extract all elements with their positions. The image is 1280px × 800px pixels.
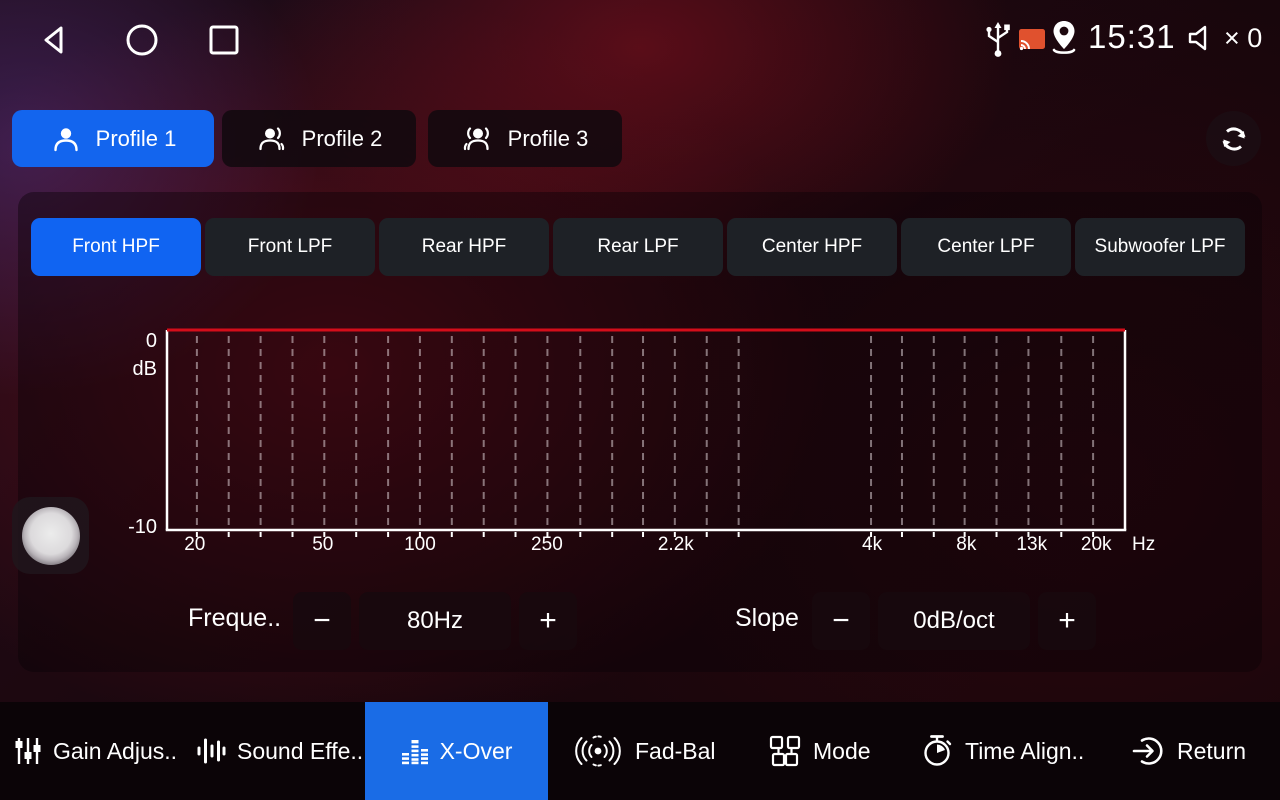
tab-label: Center HPF xyxy=(762,236,862,258)
person-icon xyxy=(50,123,82,155)
profile-1-label: Profile 1 xyxy=(96,126,177,152)
volume-level: × 0 xyxy=(1224,23,1262,54)
mode-icon xyxy=(768,735,802,767)
refresh-icon xyxy=(1218,123,1250,155)
nav-sound-effect[interactable]: Sound Effe.. xyxy=(196,702,363,800)
tab-rear-hpf[interactable]: Rear HPF xyxy=(379,218,549,276)
slope-value: 0dB/oct xyxy=(878,592,1030,650)
tab-center-lpf[interactable]: Center LPF xyxy=(901,218,1071,276)
recents-icon xyxy=(207,23,241,57)
tab-label: Center LPF xyxy=(937,236,1034,258)
nav-time-align[interactable]: Time Align.. xyxy=(922,702,1084,800)
person-icon xyxy=(256,123,288,155)
x-axis-tick-labels: 20 50 100 250 2.2k 4k 8k 13k 20k xyxy=(165,534,1127,558)
sound-effect-icon xyxy=(196,736,226,766)
tab-front-hpf[interactable]: Front HPF xyxy=(31,218,201,276)
x-tick-label: 13k xyxy=(1016,534,1047,556)
home-button[interactable] xyxy=(122,20,162,60)
home-icon xyxy=(124,22,160,58)
plus-icon: + xyxy=(539,604,557,638)
x-axis-unit-label: Hz xyxy=(1132,534,1155,556)
x-tick-label: 100 xyxy=(404,534,436,556)
frequency-minus-button[interactable]: − xyxy=(293,592,351,650)
nav-label: Mode xyxy=(813,738,871,765)
plus-icon: + xyxy=(1058,604,1076,638)
time-align-icon xyxy=(922,734,954,768)
fad-bal-icon xyxy=(572,734,624,768)
bottom-nav-bar: Gain Adjus.. Sound Effe.. X-Over xyxy=(0,702,1280,800)
x-tick-label: 4k xyxy=(862,534,882,556)
y-axis-max-label: 0 xyxy=(97,330,157,353)
volume-muted-icon xyxy=(1186,22,1220,54)
frequency-response-chart xyxy=(165,328,1127,540)
tab-label: Front HPF xyxy=(72,236,160,258)
nav-label: Sound Effe.. xyxy=(237,738,363,765)
slope-plus-button[interactable]: + xyxy=(1038,592,1096,650)
frequency-plus-button[interactable]: + xyxy=(519,592,577,650)
y-axis-min-label: -10 xyxy=(97,516,157,539)
frequency-value: 80Hz xyxy=(359,592,511,650)
tab-label: Front LPF xyxy=(248,236,332,258)
tab-label: Rear LPF xyxy=(597,236,678,258)
x-tick-label: 50 xyxy=(312,534,333,556)
profile-1-button[interactable]: Profile 1 xyxy=(12,110,214,167)
nav-return[interactable]: Return xyxy=(1132,702,1246,800)
slope-value-text: 0dB/oct xyxy=(913,607,994,635)
return-icon xyxy=(1132,735,1166,767)
usb-icon xyxy=(982,20,1014,60)
tab-center-hpf[interactable]: Center HPF xyxy=(727,218,897,276)
person-icon xyxy=(462,123,494,155)
nav-x-over[interactable]: X-Over xyxy=(365,702,548,800)
x-over-icon xyxy=(401,736,429,766)
nav-gain-adjust[interactable]: Gain Adjus.. xyxy=(14,702,177,800)
tab-label: Rear HPF xyxy=(422,236,506,258)
profile-3-label: Profile 3 xyxy=(508,126,589,152)
gain-adjust-icon xyxy=(14,736,42,766)
cast-icon xyxy=(1018,28,1046,52)
volume-status: × 0 xyxy=(1186,22,1262,54)
clock: 15:31 xyxy=(1088,18,1176,56)
knob-dial[interactable] xyxy=(22,507,80,565)
nav-label: Fad-Bal xyxy=(635,738,716,765)
rotary-knob[interactable] xyxy=(12,497,89,574)
tab-rear-lpf[interactable]: Rear LPF xyxy=(553,218,723,276)
tab-label: Subwoofer LPF xyxy=(1095,236,1226,258)
slope-label: Slope xyxy=(735,604,799,633)
x-tick-label: 20 xyxy=(184,534,205,556)
nav-mode[interactable]: Mode xyxy=(768,702,871,800)
nav-label: Gain Adjus.. xyxy=(53,738,177,765)
profile-3-button[interactable]: Profile 3 xyxy=(428,110,622,167)
sync-button[interactable] xyxy=(1206,111,1261,166)
minus-icon: − xyxy=(832,604,850,638)
x-tick-label: 250 xyxy=(531,534,563,556)
x-tick-label: 8k xyxy=(956,534,976,556)
y-axis-unit-label: dB xyxy=(97,358,157,381)
profile-2-label: Profile 2 xyxy=(302,126,383,152)
location-icon xyxy=(1046,18,1082,62)
minus-icon: − xyxy=(313,604,331,638)
recents-button[interactable] xyxy=(204,20,244,60)
slope-minus-button[interactable]: − xyxy=(812,592,870,650)
back-icon xyxy=(37,23,71,57)
tab-subwoofer-lpf[interactable]: Subwoofer LPF xyxy=(1075,218,1245,276)
nav-label: Time Align.. xyxy=(965,738,1084,765)
frequency-label: Freque.. xyxy=(188,604,281,633)
chart-plot-area xyxy=(165,328,1127,540)
nav-label: X-Over xyxy=(440,738,513,765)
profile-2-button[interactable]: Profile 2 xyxy=(222,110,416,167)
nav-fad-bal[interactable]: Fad-Bal xyxy=(572,702,716,800)
x-tick-label: 2.2k xyxy=(658,534,694,556)
back-button[interactable] xyxy=(34,20,74,60)
frequency-value-text: 80Hz xyxy=(407,607,463,635)
x-tick-label: 20k xyxy=(1081,534,1112,556)
status-bar: 15:31 × 0 xyxy=(0,0,1280,80)
tab-front-lpf[interactable]: Front LPF xyxy=(205,218,375,276)
nav-label: Return xyxy=(1177,738,1246,765)
